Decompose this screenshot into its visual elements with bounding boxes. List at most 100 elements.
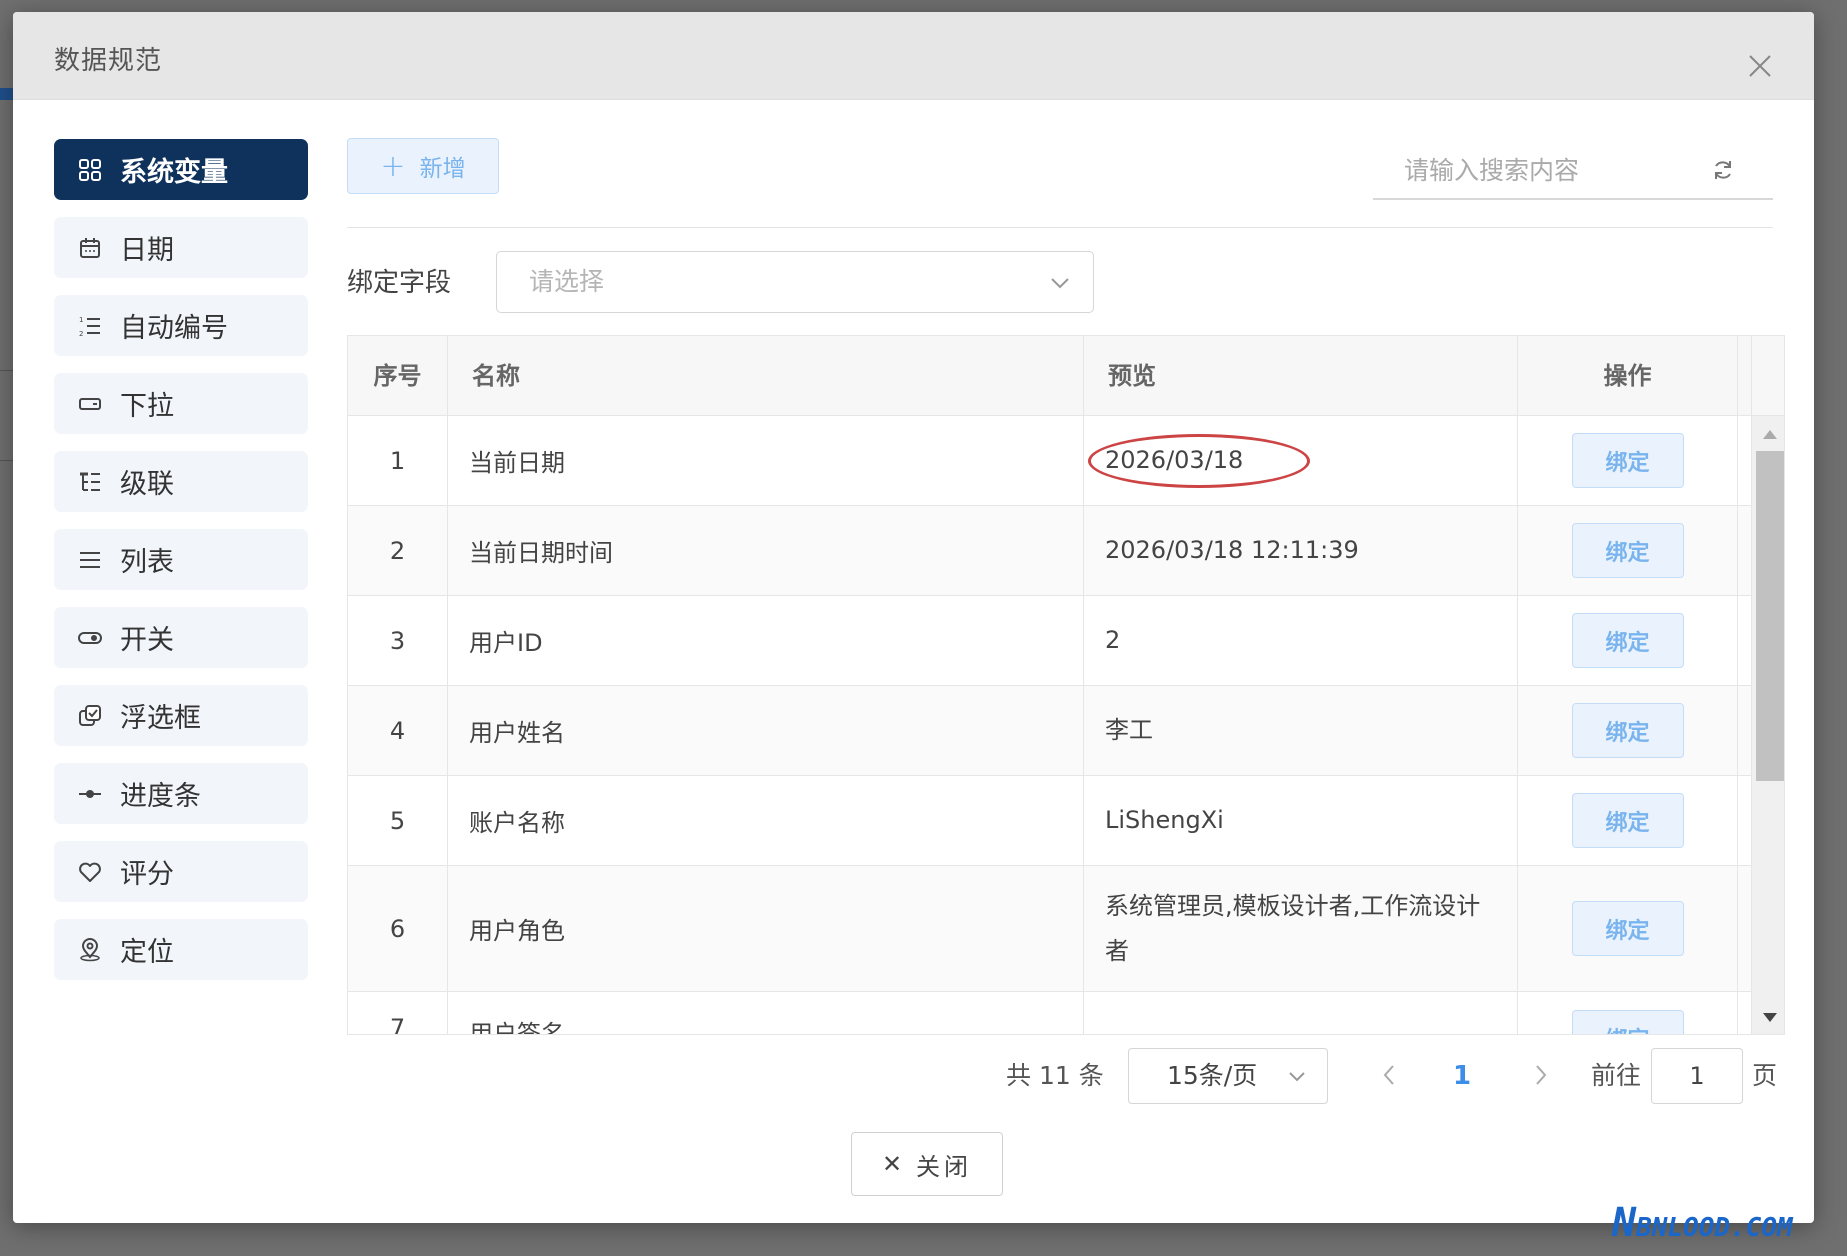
table-row: 6 用户角色 系统管理员,模板设计者,工作流设计者 绑定 (348, 866, 1751, 992)
cell-preview: 2026/03/18 12:11:39 (1084, 506, 1518, 595)
goto-page-input[interactable] (1651, 1048, 1743, 1104)
toggle-icon (78, 626, 102, 650)
header-preview: 预览 (1084, 336, 1518, 416)
cell-preview (1084, 992, 1518, 1034)
search-input[interactable] (1373, 142, 1713, 198)
table-scrollbar[interactable] (1751, 416, 1784, 1034)
cell-action: 绑定 (1518, 992, 1738, 1034)
cell-name: 用户签名 (448, 992, 1084, 1034)
page-size-select[interactable]: 15条/页 (1128, 1048, 1328, 1104)
sidebar-item-list[interactable]: 列表 (54, 529, 308, 590)
watermark-text: BNLOOD.COM (1636, 1213, 1793, 1243)
sidebar-item-label: 进度条 (120, 781, 201, 812)
progress-icon (78, 782, 102, 806)
cell-action: 绑定 (1518, 776, 1738, 865)
bind-button[interactable]: 绑定 (1571, 613, 1684, 668)
sidebar-item-label: 下拉 (120, 391, 174, 422)
table-row: 3 用户ID 2 绑定 (348, 596, 1751, 686)
cell-preview: 2026/03/18 (1084, 416, 1518, 505)
page-suffix-label: 页 (1752, 1061, 1778, 1090)
table-row: 7 用户签名 绑定 (348, 992, 1751, 1034)
chevron-down-icon (1051, 278, 1069, 289)
sidebar-item-auto-number[interactable]: 12 自动编号 (54, 295, 308, 356)
scroll-thumb[interactable] (1756, 451, 1784, 781)
bind-button[interactable]: 绑定 (1571, 793, 1684, 848)
cell-action: 绑定 (1518, 506, 1738, 595)
cell-action: 绑定 (1518, 686, 1738, 775)
cell-name: 当前日期 (448, 416, 1084, 505)
sidebar-item-system-variables[interactable]: 系统变量 (54, 139, 308, 200)
cell-index: 6 (348, 866, 448, 991)
sidebar-item-label: 定位 (120, 937, 174, 968)
table-body: 1 当前日期 2026/03/18 绑定 2 当前日期时间 2026/03/18… (348, 416, 1751, 1034)
checkbox-float-icon (78, 704, 102, 728)
sidebar-item-rating[interactable]: 评分 (54, 841, 308, 902)
cell-name: 用户ID (448, 596, 1084, 685)
page-size-value: 15条/页 (1167, 1061, 1258, 1090)
close-icon[interactable] (1746, 52, 1774, 80)
sidebar-item-label: 浮选框 (120, 703, 201, 734)
sidebar-item-dropdown[interactable]: 下拉 (54, 373, 308, 434)
next-page-icon[interactable] (1531, 1062, 1551, 1088)
background-divider (0, 370, 14, 371)
cell-index: 3 (348, 596, 448, 685)
sidebar-item-date[interactable]: 日期 (54, 217, 308, 278)
bind-field-label: 绑定字段 (347, 268, 452, 298)
goto-label: 前往 (1591, 1061, 1642, 1090)
cell-index: 4 (348, 686, 448, 775)
heart-icon (78, 860, 102, 884)
table-header: 序号 名称 预览 操作 (348, 336, 1751, 416)
sidebar-item-cascade[interactable]: 级联 (54, 451, 308, 512)
watermark: NBNLOOD.COM (1612, 1200, 1793, 1246)
refresh-icon[interactable] (1711, 158, 1735, 182)
bind-button[interactable]: 绑定 (1571, 1010, 1684, 1034)
data-spec-dialog: 数据规范 系统变量 日期 12 自动编号 下拉 级联 列表 开关 浮选框 进度条… (13, 12, 1814, 1223)
sidebar-item-switch[interactable]: 开关 (54, 607, 308, 668)
cell-action: 绑定 (1518, 416, 1738, 505)
sidebar-item-label: 开关 (120, 625, 174, 656)
close-button-label: 关闭 (916, 1152, 973, 1181)
sidebar-item-progress[interactable]: 进度条 (54, 763, 308, 824)
cell-name: 用户角色 (448, 866, 1084, 991)
variables-table: 序号 名称 预览 操作 1 当前日期 2026/03/18 绑定 2 当前日期时… (347, 335, 1785, 1035)
bind-button[interactable]: 绑定 (1571, 901, 1684, 956)
sidebar-item-location[interactable]: 定位 (54, 919, 308, 980)
location-icon (78, 937, 102, 962)
cell-action: 绑定 (1518, 596, 1738, 685)
sidebar: 系统变量 日期 12 自动编号 下拉 级联 列表 开关 浮选框 进度条 评分 定… (54, 139, 308, 997)
sidebar-item-label: 自动编号 (120, 313, 228, 344)
header-spacer (1751, 336, 1784, 416)
close-button[interactable]: ✕ 关闭 (851, 1132, 1003, 1196)
cell-index: 2 (348, 506, 448, 595)
sidebar-item-float-box[interactable]: 浮选框 (54, 685, 308, 746)
toolbar-divider (347, 227, 1773, 228)
bind-button[interactable]: 绑定 (1571, 523, 1684, 578)
header-index: 序号 (348, 336, 448, 416)
cell-index: 5 (348, 776, 448, 865)
sidebar-item-label: 级联 (120, 469, 174, 500)
scroll-up-arrow-icon[interactable] (1763, 430, 1777, 439)
table-row: 2 当前日期时间 2026/03/18 12:11:39 绑定 (348, 506, 1751, 596)
cell-preview: 系统管理员,模板设计者,工作流设计者 (1084, 866, 1518, 991)
page-number-current[interactable]: 1 (1453, 1048, 1471, 1104)
cell-index: 1 (348, 416, 448, 505)
sidebar-item-label: 评分 (120, 859, 174, 890)
cell-preview: 李工 (1084, 686, 1518, 775)
table-row: 5 账户名称 LiShengXi 绑定 (348, 776, 1751, 866)
close-icon: ✕ (881, 1150, 907, 1178)
tree-icon (78, 470, 102, 494)
cell-name: 当前日期时间 (448, 506, 1084, 595)
dialog-header: 数据规范 (13, 12, 1814, 100)
prev-page-icon[interactable] (1379, 1062, 1399, 1088)
add-button-label: 新增 (419, 156, 466, 182)
add-button[interactable]: + 新增 (347, 138, 499, 194)
scroll-down-arrow-icon[interactable] (1763, 1013, 1777, 1022)
bind-button[interactable]: 绑定 (1571, 703, 1684, 758)
svg-text:1: 1 (79, 316, 83, 324)
grid-icon (78, 158, 102, 182)
pagination-total: 共 11 条 (1006, 1061, 1104, 1090)
bind-button[interactable]: 绑定 (1571, 433, 1684, 488)
bind-field-select[interactable]: 请选择 (496, 251, 1094, 313)
background-divider (0, 460, 14, 461)
cell-preview: 2 (1084, 596, 1518, 685)
